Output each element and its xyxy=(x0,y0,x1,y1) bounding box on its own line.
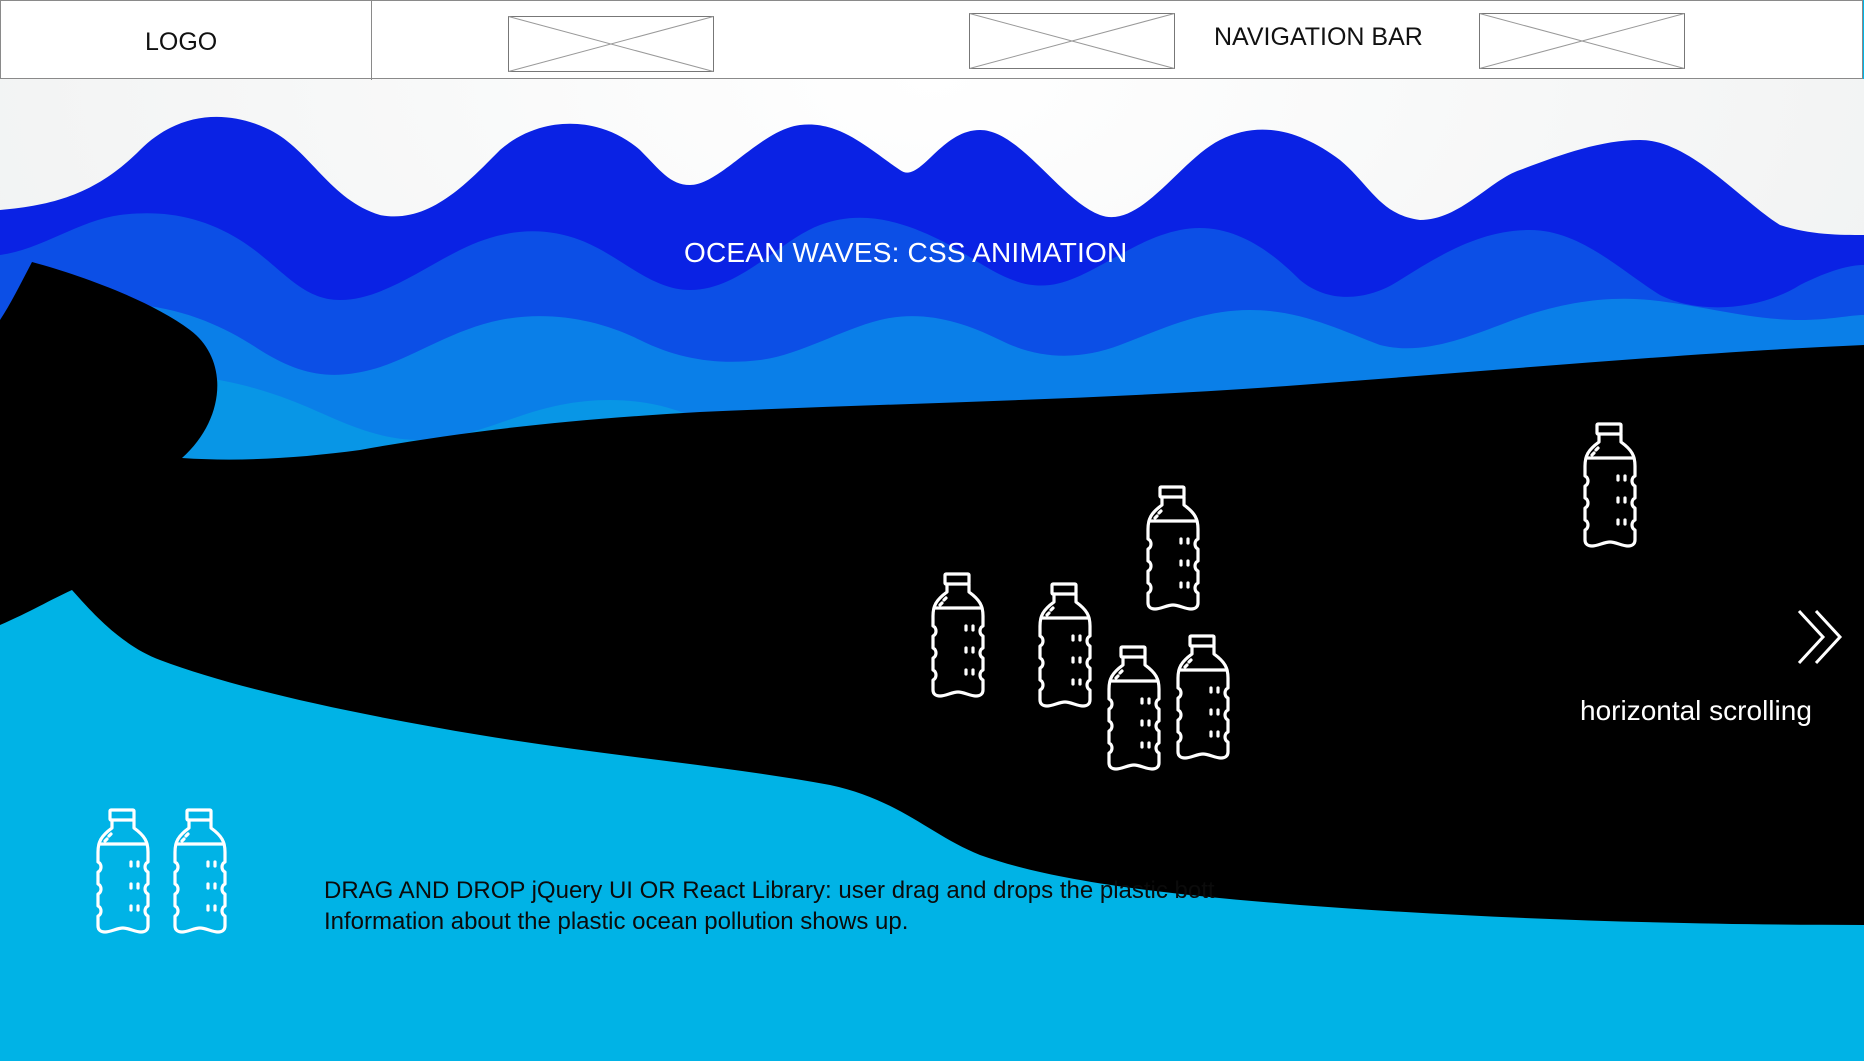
description-line-1: DRAG AND DROP jQuery UI OR React Library… xyxy=(324,877,1215,904)
description-line-1-wrapper: DRAG AND DROP jQuery UI OR React Library… xyxy=(324,875,1274,907)
plastic-bottle-icon[interactable] xyxy=(170,808,230,936)
nav-image-placeholder[interactable] xyxy=(508,16,714,72)
description-line-2: Information about the plastic ocean poll… xyxy=(324,908,909,935)
description: Information about the plastic ocean poll… xyxy=(324,906,908,937)
navigation-bar: LOGO NAVIGATION BAR xyxy=(0,0,1863,80)
logo[interactable]: LOGO xyxy=(1,1,372,80)
plastic-bottle-icon[interactable] xyxy=(1143,485,1203,613)
plastic-bottle-icon[interactable] xyxy=(1035,582,1095,710)
nav-image-placeholder[interactable] xyxy=(969,13,1175,69)
nav-image-placeholder[interactable] xyxy=(1479,13,1685,69)
plastic-bottle-icon[interactable] xyxy=(1173,634,1233,762)
double-chevron-right-icon[interactable] xyxy=(1796,608,1846,666)
logo-label: LOGO xyxy=(145,28,218,56)
plastic-bottle-icon[interactable] xyxy=(1580,422,1640,550)
plastic-bottle-icon[interactable] xyxy=(93,808,153,936)
ocean-scene xyxy=(0,79,1864,1061)
waves-label: OCEAN WAVES: CSS ANIMATION xyxy=(684,237,1128,268)
horizontal-scrolling-label: horizontal scrolling xyxy=(1580,695,1812,726)
plastic-bottle-icon[interactable] xyxy=(1104,645,1164,773)
plastic-bottle-icon[interactable] xyxy=(928,572,988,700)
nav-title: NAVIGATION BAR xyxy=(1214,23,1423,51)
